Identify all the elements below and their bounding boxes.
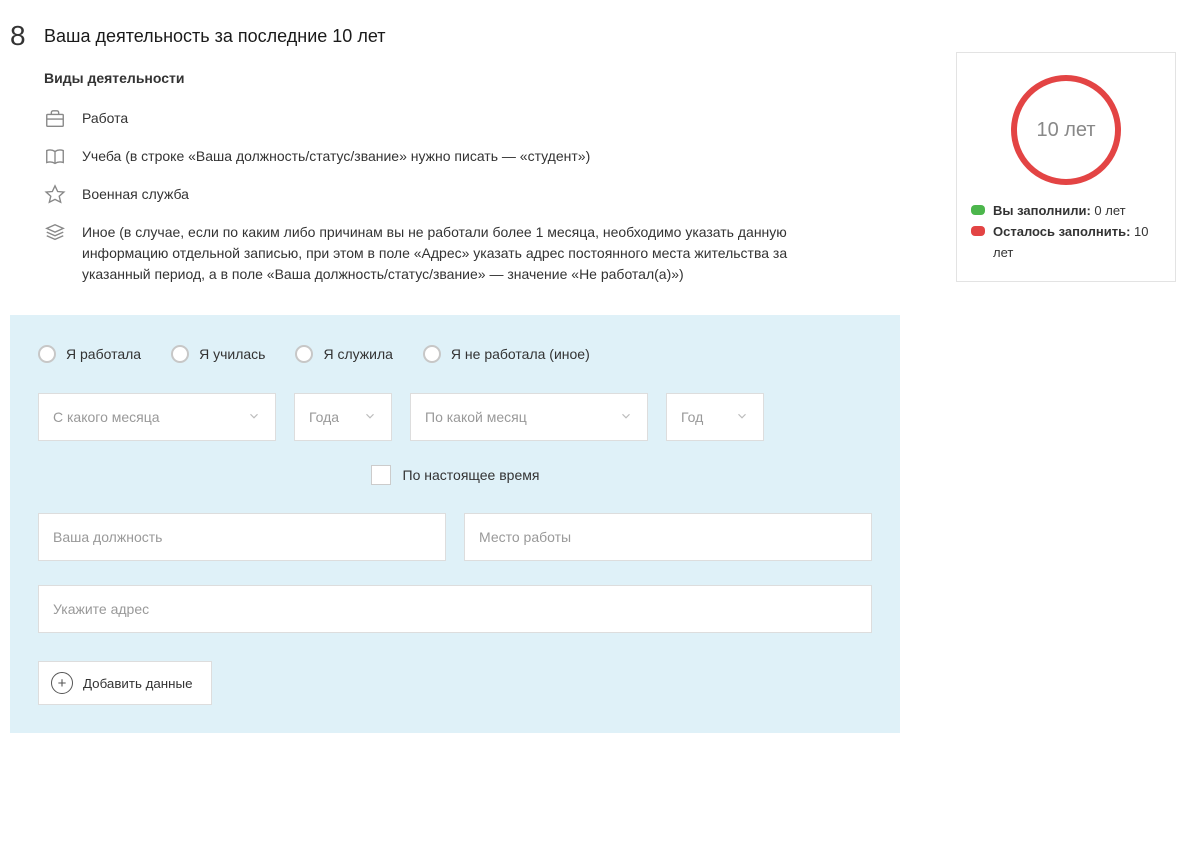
radio-label: Я служила — [323, 346, 392, 362]
legend-value: 0 лет — [1091, 203, 1126, 218]
present-time-row: По настоящее время — [38, 465, 872, 485]
section-title: Ваша деятельность за последние 10 лет — [44, 26, 385, 47]
position-workplace-row: Ваша должность Место работы — [38, 513, 872, 561]
select-placeholder: Года — [309, 409, 339, 425]
radio-worked[interactable]: Я работала — [38, 345, 141, 363]
book-icon — [44, 146, 70, 168]
legend-remaining: Осталось заполнить: 10 лет — [971, 222, 1161, 264]
radio-icon — [38, 345, 56, 363]
activity-radio-group: Я работала Я училась Я служила Я не рабо… — [38, 345, 872, 363]
activity-type-study: Учеба (в строке «Ваша должность/статус/з… — [44, 138, 900, 176]
radio-label: Я работала — [66, 346, 141, 362]
progress-ring: 10 лет — [1011, 75, 1121, 185]
progress-legend: Вы заполнили: 0 лет Осталось заполнить: … — [971, 201, 1161, 263]
date-range-row: С какого месяца Года По какой месяц — [38, 393, 872, 441]
radio-studied[interactable]: Я училась — [171, 345, 265, 363]
workplace-input[interactable]: Место работы — [464, 513, 872, 561]
position-input[interactable]: Ваша должность — [38, 513, 446, 561]
legend-text: Осталось заполнить: 10 лет — [993, 222, 1161, 264]
activity-type-military: Военная служба — [44, 176, 900, 214]
briefcase-icon — [44, 108, 70, 130]
address-input[interactable]: Укажите адрес — [38, 585, 872, 633]
radio-icon — [171, 345, 189, 363]
input-placeholder: Укажите адрес — [53, 601, 149, 617]
address-row: Укажите адрес — [38, 585, 872, 633]
select-placeholder: Год — [681, 409, 703, 425]
radio-not-worked[interactable]: Я не работала (иное) — [423, 345, 590, 363]
add-button-label: Добавить данные — [83, 676, 193, 691]
add-data-button[interactable]: + Добавить данные — [38, 661, 212, 705]
select-placeholder: По какой месяц — [425, 409, 527, 425]
activity-types-heading: Виды деятельности — [44, 70, 900, 86]
radio-icon — [423, 345, 441, 363]
chevron-down-icon — [363, 409, 377, 426]
activity-type-work: Работа — [44, 100, 900, 138]
activity-types-list: Работа Учеба (в строке «Ваша должность/с… — [44, 100, 900, 293]
input-placeholder: Место работы — [479, 529, 571, 545]
select-placeholder: С какого месяца — [53, 409, 160, 425]
section-header: 8 Ваша деятельность за последние 10 лет — [10, 20, 900, 52]
legend-filled: Вы заполнили: 0 лет — [971, 201, 1161, 222]
chevron-down-icon — [619, 409, 633, 426]
dot-green-icon — [971, 205, 985, 215]
from-month-select[interactable]: С какого месяца — [38, 393, 276, 441]
radio-icon — [295, 345, 313, 363]
present-checkbox[interactable] — [371, 465, 391, 485]
ring-label: 10 лет — [1036, 119, 1095, 142]
activity-type-text: Иное (в случае, если по каким либо причи… — [82, 222, 842, 285]
stack-icon — [44, 222, 70, 244]
activity-form-panel: Я работала Я училась Я служила Я не рабо… — [10, 315, 900, 733]
present-label: По настоящее время — [403, 467, 540, 483]
step-number: 8 — [10, 20, 44, 52]
legend-label: Вы заполнили: — [993, 203, 1091, 218]
plus-icon: + — [51, 672, 73, 694]
progress-widget: 10 лет Вы заполнили: 0 лет Осталось запо… — [956, 52, 1176, 282]
from-year-select[interactable]: Года — [294, 393, 392, 441]
activity-type-text: Учеба (в строке «Ваша должность/статус/з… — [82, 146, 590, 167]
activity-type-other: Иное (в случае, если по каким либо причи… — [44, 214, 900, 293]
input-placeholder: Ваша должность — [53, 529, 162, 545]
legend-label: Осталось заполнить: — [993, 224, 1130, 239]
radio-label: Я не работала (иное) — [451, 346, 590, 362]
legend-text: Вы заполнили: 0 лет — [993, 201, 1126, 222]
progress-ring-wrap: 10 лет — [971, 75, 1161, 185]
main-column: 8 Ваша деятельность за последние 10 лет … — [10, 20, 900, 733]
progress-widget-column: 10 лет Вы заполнили: 0 лет Осталось запо… — [956, 52, 1176, 282]
dot-red-icon — [971, 226, 985, 236]
activity-type-text: Работа — [82, 108, 128, 129]
chevron-down-icon — [247, 409, 261, 426]
chevron-down-icon — [735, 409, 749, 426]
star-icon — [44, 184, 70, 206]
to-month-select[interactable]: По какой месяц — [410, 393, 648, 441]
to-year-select[interactable]: Год — [666, 393, 764, 441]
activity-type-text: Военная служба — [82, 184, 189, 205]
radio-label: Я училась — [199, 346, 265, 362]
radio-served[interactable]: Я служила — [295, 345, 392, 363]
